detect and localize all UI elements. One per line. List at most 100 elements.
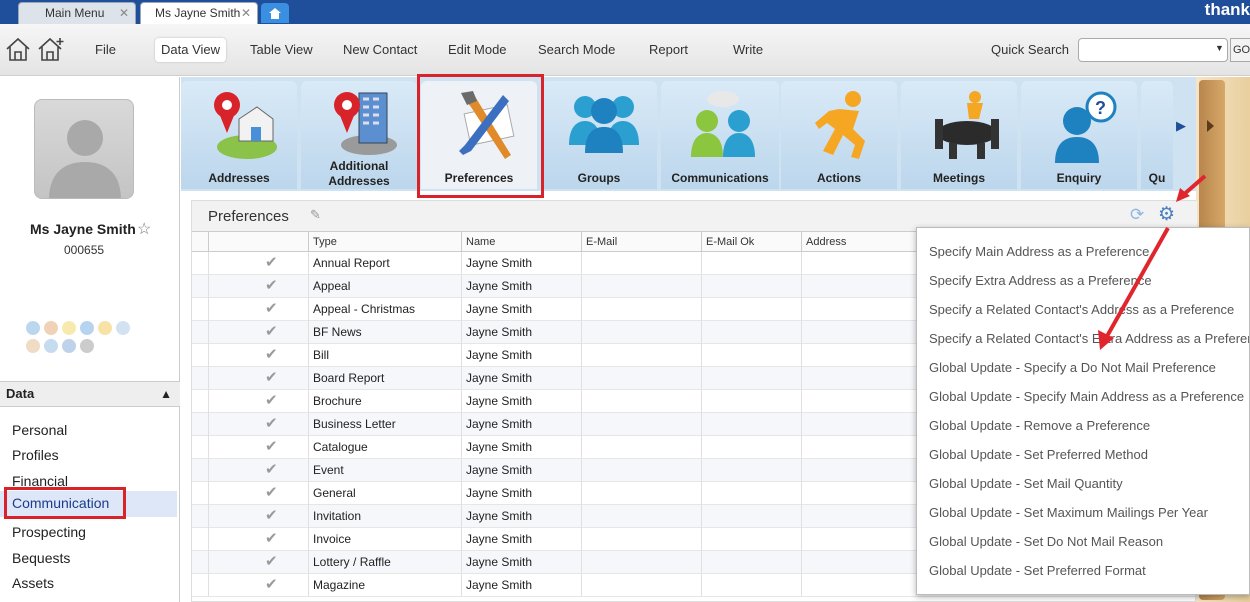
name-cell[interactable]: Jayne Smith: [461, 367, 581, 390]
email-cell[interactable]: [581, 482, 701, 505]
menu-edit-mode[interactable]: Edit Mode: [442, 38, 513, 62]
menu-write[interactable]: Write: [727, 38, 769, 62]
check-cell[interactable]: ✔: [208, 413, 308, 436]
close-icon[interactable]: ✕: [241, 3, 251, 23]
email-cell[interactable]: [581, 436, 701, 459]
email-ok-cell[interactable]: [701, 505, 801, 528]
module-enquiry[interactable]: ? Enquiry: [1021, 81, 1137, 189]
module-groups[interactable]: Groups: [541, 81, 657, 189]
pencil-icon[interactable]: ✎: [310, 207, 321, 223]
type-cell[interactable]: Bill: [308, 344, 461, 367]
type-cell[interactable]: General: [308, 482, 461, 505]
name-cell[interactable]: Jayne Smith: [461, 574, 581, 597]
menu-item[interactable]: Global Update - Set Do Not Mail Reason: [929, 534, 1163, 549]
check-cell[interactable]: ✔: [208, 390, 308, 413]
module-meetings[interactable]: Meetings: [901, 81, 1017, 189]
close-icon[interactable]: ✕: [119, 3, 129, 23]
email-cell[interactable]: [581, 321, 701, 344]
type-cell[interactable]: BF News: [308, 321, 461, 344]
star-icon[interactable]: ☆: [137, 219, 151, 239]
avatar[interactable]: [34, 99, 134, 199]
menu-item[interactable]: Global Update - Specify a Do Not Mail Pr…: [929, 360, 1216, 375]
menu-item[interactable]: Specify Main Address as a Preference: [929, 244, 1149, 259]
type-cell[interactable]: Appeal: [308, 275, 461, 298]
menu-search-mode[interactable]: Search Mode: [532, 38, 621, 62]
name-cell[interactable]: Jayne Smith: [461, 528, 581, 551]
email-ok-cell[interactable]: [701, 252, 801, 275]
menu-item[interactable]: Global Update - Set Preferred Method: [929, 447, 1148, 462]
menu-file[interactable]: File: [89, 38, 122, 62]
gear-icon[interactable]: ⚙: [1158, 203, 1175, 226]
email-ok-cell[interactable]: [701, 390, 801, 413]
scroll-right-icon[interactable]: ▶: [1176, 118, 1186, 134]
email-ok-cell[interactable]: [701, 344, 801, 367]
email-ok-cell[interactable]: [701, 436, 801, 459]
email-ok-cell[interactable]: [701, 551, 801, 574]
chevron-up-icon[interactable]: ▲: [160, 382, 172, 406]
email-ok-cell[interactable]: [701, 275, 801, 298]
column-header-email[interactable]: E-Mail: [581, 232, 701, 252]
email-ok-cell[interactable]: [701, 459, 801, 482]
nav-item-prospecting[interactable]: Prospecting: [12, 524, 86, 540]
nav-item-assets[interactable]: Assets: [12, 575, 54, 591]
email-ok-cell[interactable]: [701, 482, 801, 505]
type-cell[interactable]: Event: [308, 459, 461, 482]
nav-item-personal[interactable]: Personal: [12, 422, 67, 438]
check-cell[interactable]: ✔: [208, 344, 308, 367]
menu-item[interactable]: Global Update - Remove a Preference: [929, 418, 1150, 433]
email-cell[interactable]: [581, 459, 701, 482]
email-cell[interactable]: [581, 505, 701, 528]
menu-item[interactable]: Specify a Related Contact's Address as a…: [929, 302, 1234, 317]
name-cell[interactable]: Jayne Smith: [461, 459, 581, 482]
email-cell[interactable]: [581, 413, 701, 436]
tab-contact[interactable]: Ms Jayne Smith ✕: [140, 2, 258, 24]
module-communications[interactable]: Communications: [661, 81, 779, 189]
nav-item-profiles[interactable]: Profiles: [12, 447, 59, 463]
email-ok-cell[interactable]: [701, 321, 801, 344]
check-cell[interactable]: ✔: [208, 252, 308, 275]
check-cell[interactable]: ✔: [208, 298, 308, 321]
type-cell[interactable]: Annual Report: [308, 252, 461, 275]
column-header-check[interactable]: [208, 232, 308, 252]
check-cell[interactable]: ✔: [208, 436, 308, 459]
tab-home-button[interactable]: [261, 3, 289, 23]
name-cell[interactable]: Jayne Smith: [461, 436, 581, 459]
check-cell[interactable]: ✔: [208, 275, 308, 298]
check-cell[interactable]: ✔: [208, 321, 308, 344]
name-cell[interactable]: Jayne Smith: [461, 413, 581, 436]
menu-item[interactable]: Global Update - Set Preferred Format: [929, 563, 1146, 578]
type-cell[interactable]: Business Letter: [308, 413, 461, 436]
email-cell[interactable]: [581, 528, 701, 551]
email-cell[interactable]: [581, 551, 701, 574]
name-cell[interactable]: Jayne Smith: [461, 252, 581, 275]
email-ok-cell[interactable]: [701, 298, 801, 321]
type-cell[interactable]: Brochure: [308, 390, 461, 413]
email-cell[interactable]: [581, 574, 701, 597]
name-cell[interactable]: Jayne Smith: [461, 344, 581, 367]
email-cell[interactable]: [581, 367, 701, 390]
type-cell[interactable]: Invoice: [308, 528, 461, 551]
email-ok-cell[interactable]: [701, 367, 801, 390]
module-addresses[interactable]: Addresses: [181, 81, 297, 189]
refresh-icon[interactable]: ⟳: [1130, 205, 1144, 225]
menu-table-view[interactable]: Table View: [244, 38, 319, 62]
check-cell[interactable]: ✔: [208, 505, 308, 528]
email-cell[interactable]: [581, 344, 701, 367]
type-cell[interactable]: Appeal - Christmas: [308, 298, 461, 321]
check-cell[interactable]: ✔: [208, 574, 308, 597]
name-cell[interactable]: Jayne Smith: [461, 505, 581, 528]
name-cell[interactable]: Jayne Smith: [461, 275, 581, 298]
column-header-name[interactable]: Name: [461, 232, 581, 252]
go-button[interactable]: GO: [1230, 38, 1250, 62]
name-cell[interactable]: Jayne Smith: [461, 551, 581, 574]
module-additional-addresses[interactable]: Additional Addresses: [301, 81, 417, 189]
type-cell[interactable]: Invitation: [308, 505, 461, 528]
name-cell[interactable]: Jayne Smith: [461, 482, 581, 505]
menu-item[interactable]: Global Update - Specify Main Address as …: [929, 389, 1244, 404]
menu-data-view[interactable]: Data View: [155, 38, 227, 62]
menu-item[interactable]: Global Update - Set Maximum Mailings Per…: [929, 505, 1208, 520]
name-cell[interactable]: Jayne Smith: [461, 390, 581, 413]
menu-item[interactable]: Specify a Related Contact's Extra Addres…: [929, 331, 1249, 346]
check-cell[interactable]: ✔: [208, 551, 308, 574]
data-section-header[interactable]: Data ▲: [0, 381, 180, 407]
